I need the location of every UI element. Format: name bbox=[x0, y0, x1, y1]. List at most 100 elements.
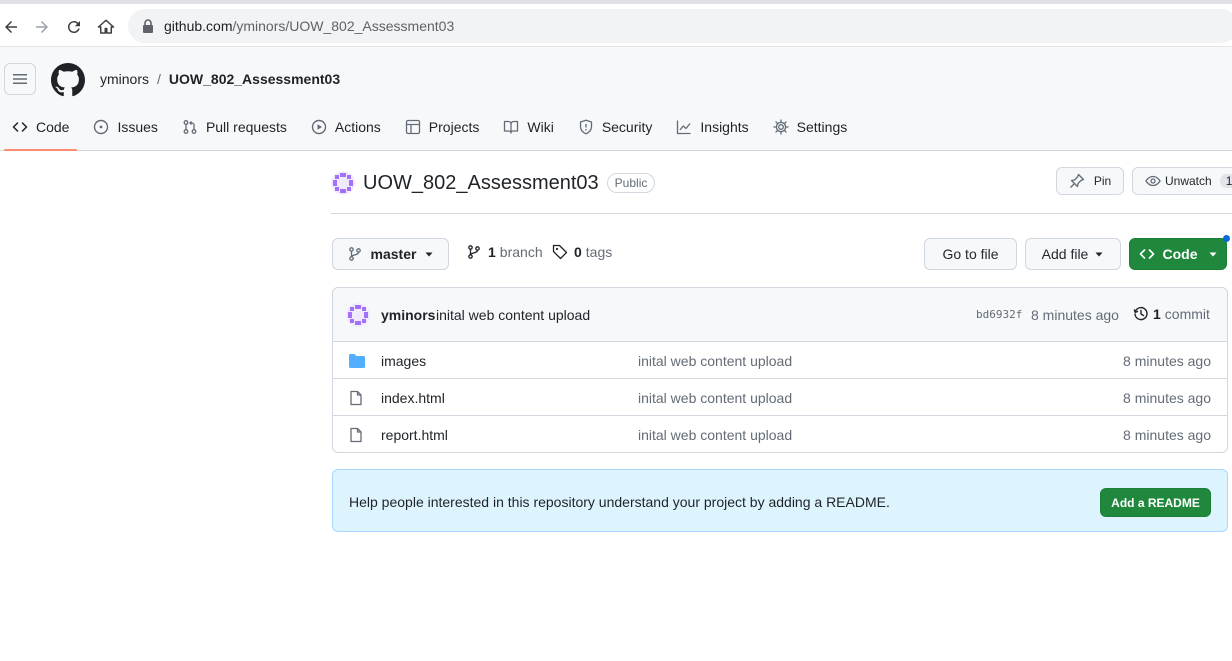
history-icon bbox=[1133, 306, 1148, 321]
pin-label: Pin bbox=[1093, 174, 1112, 188]
file-commit-message-link[interactable]: inital web content upload bbox=[638, 427, 792, 443]
commit-message-link[interactable]: inital web content upload bbox=[436, 307, 590, 323]
caret-down-icon bbox=[1209, 252, 1216, 257]
tab-label: Insights bbox=[700, 119, 749, 135]
tags-link[interactable]: 0 tags bbox=[552, 244, 612, 260]
git-branch-icon bbox=[348, 247, 361, 261]
code-button-label: Code bbox=[1162, 246, 1198, 262]
breadcrumb-separator: / bbox=[157, 71, 161, 87]
gear-icon bbox=[772, 119, 789, 135]
go-to-file-button[interactable]: Go to file bbox=[924, 238, 1017, 270]
tab-label: Code bbox=[36, 119, 70, 135]
breadcrumb-owner-link[interactable]: yminors bbox=[100, 71, 149, 87]
tab-insights[interactable]: Insights bbox=[668, 110, 756, 144]
file-row[interactable]: index.html inital web content upload 8 m… bbox=[333, 379, 1227, 416]
watch-count: 1 bbox=[1219, 174, 1232, 188]
add-readme-button[interactable]: Add a README bbox=[1100, 488, 1211, 517]
go-to-file-label: Go to file bbox=[942, 246, 999, 262]
forward-icon[interactable] bbox=[31, 16, 53, 38]
file-row[interactable]: report.html inital web content upload 8 … bbox=[333, 416, 1227, 452]
hamburger-icon bbox=[13, 74, 27, 84]
repo-owner-avatar[interactable] bbox=[331, 171, 355, 195]
tag-icon bbox=[552, 244, 568, 260]
unwatch-button[interactable]: Unwatch 1 bbox=[1132, 167, 1232, 195]
code-dropdown-button[interactable]: Code bbox=[1129, 238, 1227, 270]
file-name-link[interactable]: report.html bbox=[381, 427, 448, 443]
tab-issues[interactable]: Issues bbox=[85, 110, 165, 144]
shield-icon bbox=[579, 119, 592, 135]
visibility-badge: Public bbox=[606, 173, 656, 193]
unwatch-label: Unwatch bbox=[1165, 174, 1212, 188]
branch-select-button[interactable]: master bbox=[332, 238, 449, 270]
file-icon bbox=[350, 390, 362, 406]
title-divider bbox=[331, 213, 1232, 214]
home-icon[interactable] bbox=[95, 16, 117, 38]
file-list: yminors inital web content upload bd6932… bbox=[332, 287, 1228, 453]
commit-time: 8 minutes ago bbox=[1031, 307, 1119, 323]
add-file-label: Add file bbox=[1041, 246, 1089, 262]
tab-settings[interactable]: Settings bbox=[765, 110, 856, 144]
reload-icon[interactable] bbox=[63, 16, 85, 38]
url-text: github.com/yminors/UOW_802_Assessment03 bbox=[164, 18, 455, 34]
code-icon bbox=[1139, 249, 1154, 259]
tab-pull-requests[interactable]: Pull requests bbox=[174, 110, 295, 144]
tab-code[interactable]: Code bbox=[4, 110, 78, 151]
file-age: 8 minutes ago bbox=[1123, 427, 1211, 443]
breadcrumb: yminors / UOW_802_Assessment03 bbox=[100, 71, 340, 87]
commit-author-avatar[interactable] bbox=[346, 303, 370, 327]
tab-wiki[interactable]: Wiki bbox=[495, 110, 561, 144]
address-bar[interactable]: github.com/yminors/UOW_802_Assessment03 bbox=[128, 9, 1232, 43]
notification-dot bbox=[1223, 235, 1230, 242]
code-icon bbox=[12, 122, 28, 132]
file-age: 8 minutes ago bbox=[1123, 353, 1211, 369]
tab-label: Actions bbox=[334, 119, 381, 135]
branch-name: master bbox=[370, 246, 417, 262]
back-icon[interactable] bbox=[0, 16, 22, 38]
add-file-button[interactable]: Add file bbox=[1025, 238, 1121, 270]
book-icon bbox=[504, 120, 519, 134]
github-header: yminors / UOW_802_Assessment03 Code Issu… bbox=[0, 47, 1232, 151]
eye-icon bbox=[1145, 175, 1161, 187]
tag-count: 0 bbox=[574, 244, 582, 260]
file-name-link[interactable]: index.html bbox=[381, 390, 445, 406]
tab-label: Settings bbox=[796, 119, 848, 135]
breadcrumb-repo-link[interactable]: UOW_802_Assessment03 bbox=[169, 71, 340, 87]
file-icon bbox=[350, 427, 362, 443]
graph-icon bbox=[677, 120, 691, 135]
commit-count: 1 bbox=[1153, 306, 1161, 322]
table-icon bbox=[405, 119, 420, 135]
tag-label: tags bbox=[585, 244, 613, 260]
repo-name-link[interactable]: UOW_802_Assessment03 bbox=[363, 172, 599, 195]
tab-label: Pull requests bbox=[205, 119, 287, 135]
tab-actions[interactable]: Actions bbox=[303, 110, 389, 144]
file-name-link[interactable]: images bbox=[381, 353, 426, 369]
pin-button[interactable]: Pin bbox=[1056, 167, 1124, 195]
file-commit-message-link[interactable]: inital web content upload bbox=[638, 390, 792, 406]
caret-down-icon bbox=[1095, 252, 1103, 257]
pull-request-icon bbox=[183, 120, 197, 134]
issue-icon bbox=[94, 119, 109, 135]
file-commit-message-link[interactable]: inital web content upload bbox=[638, 353, 792, 369]
repo-title-row: UOW_802_Assessment03 Public bbox=[331, 167, 656, 199]
readme-prompt-text: Help people interested in this repositor… bbox=[349, 494, 890, 510]
file-row[interactable]: images inital web content upload 8 minut… bbox=[333, 342, 1227, 379]
tab-projects[interactable]: Projects bbox=[397, 110, 488, 144]
tab-label: Security bbox=[601, 119, 653, 135]
commit-author-link[interactable]: yminors bbox=[381, 307, 435, 323]
branch-count: 1 bbox=[488, 244, 496, 260]
git-branch-icon bbox=[468, 245, 480, 259]
caret-down-icon bbox=[425, 252, 433, 257]
tab-security[interactable]: Security bbox=[570, 110, 661, 144]
pin-icon bbox=[1069, 173, 1084, 188]
hamburger-menu-button[interactable] bbox=[4, 63, 36, 95]
tab-label: Projects bbox=[428, 119, 480, 135]
commit-label: commit bbox=[1164, 306, 1210, 322]
repo-nav-tabs: Code Issues Pull requests Actions Projec… bbox=[4, 110, 863, 151]
github-logo-icon[interactable] bbox=[51, 63, 85, 97]
file-age: 8 minutes ago bbox=[1123, 390, 1211, 406]
tab-label: Issues bbox=[117, 119, 158, 135]
folder-icon bbox=[349, 354, 365, 368]
commit-history-link[interactable]: 1 commit bbox=[1133, 306, 1210, 322]
commit-sha-link[interactable]: bd6932f bbox=[976, 308, 1022, 321]
branches-link[interactable]: 1 branch bbox=[466, 244, 543, 260]
